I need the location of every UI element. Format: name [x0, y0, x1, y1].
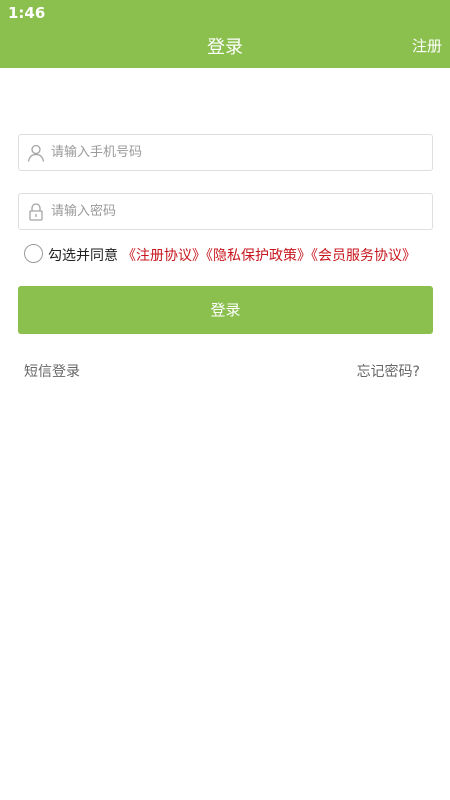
phone-field[interactable] — [18, 134, 433, 171]
login-button[interactable]: 登录 — [18, 286, 433, 334]
user-icon — [26, 143, 46, 163]
forgot-password-link[interactable]: 忘记密码? — [357, 361, 420, 381]
member-service-agreement-link[interactable]: 《会员服务协议》 — [311, 248, 416, 264]
lock-icon — [26, 202, 46, 222]
agree-text: 勾选并同意 — [48, 248, 118, 264]
registration-agreement-link[interactable]: 《注册协议》 — [122, 248, 206, 264]
phone-input[interactable] — [51, 135, 421, 170]
page-title: 登录 — [207, 37, 243, 58]
agreement-row: 勾选并同意 《注册协议》《隐私保护政策》《会员服务协议》 — [24, 243, 444, 265]
password-input[interactable] — [51, 194, 421, 229]
register-link[interactable]: 注册 — [412, 35, 442, 56]
agree-checkbox[interactable] — [24, 244, 43, 263]
sms-login-link[interactable]: 短信登录 — [24, 361, 80, 381]
privacy-policy-link[interactable]: 《隐私保护政策》 — [206, 248, 311, 264]
password-field[interactable] — [18, 193, 433, 230]
status-time: 1:46 — [8, 4, 46, 22]
agreement-links: 《注册协议》《隐私保护政策》《会员服务协议》 — [122, 245, 416, 265]
app-header: 1:46 登录 注册 — [0, 0, 450, 68]
